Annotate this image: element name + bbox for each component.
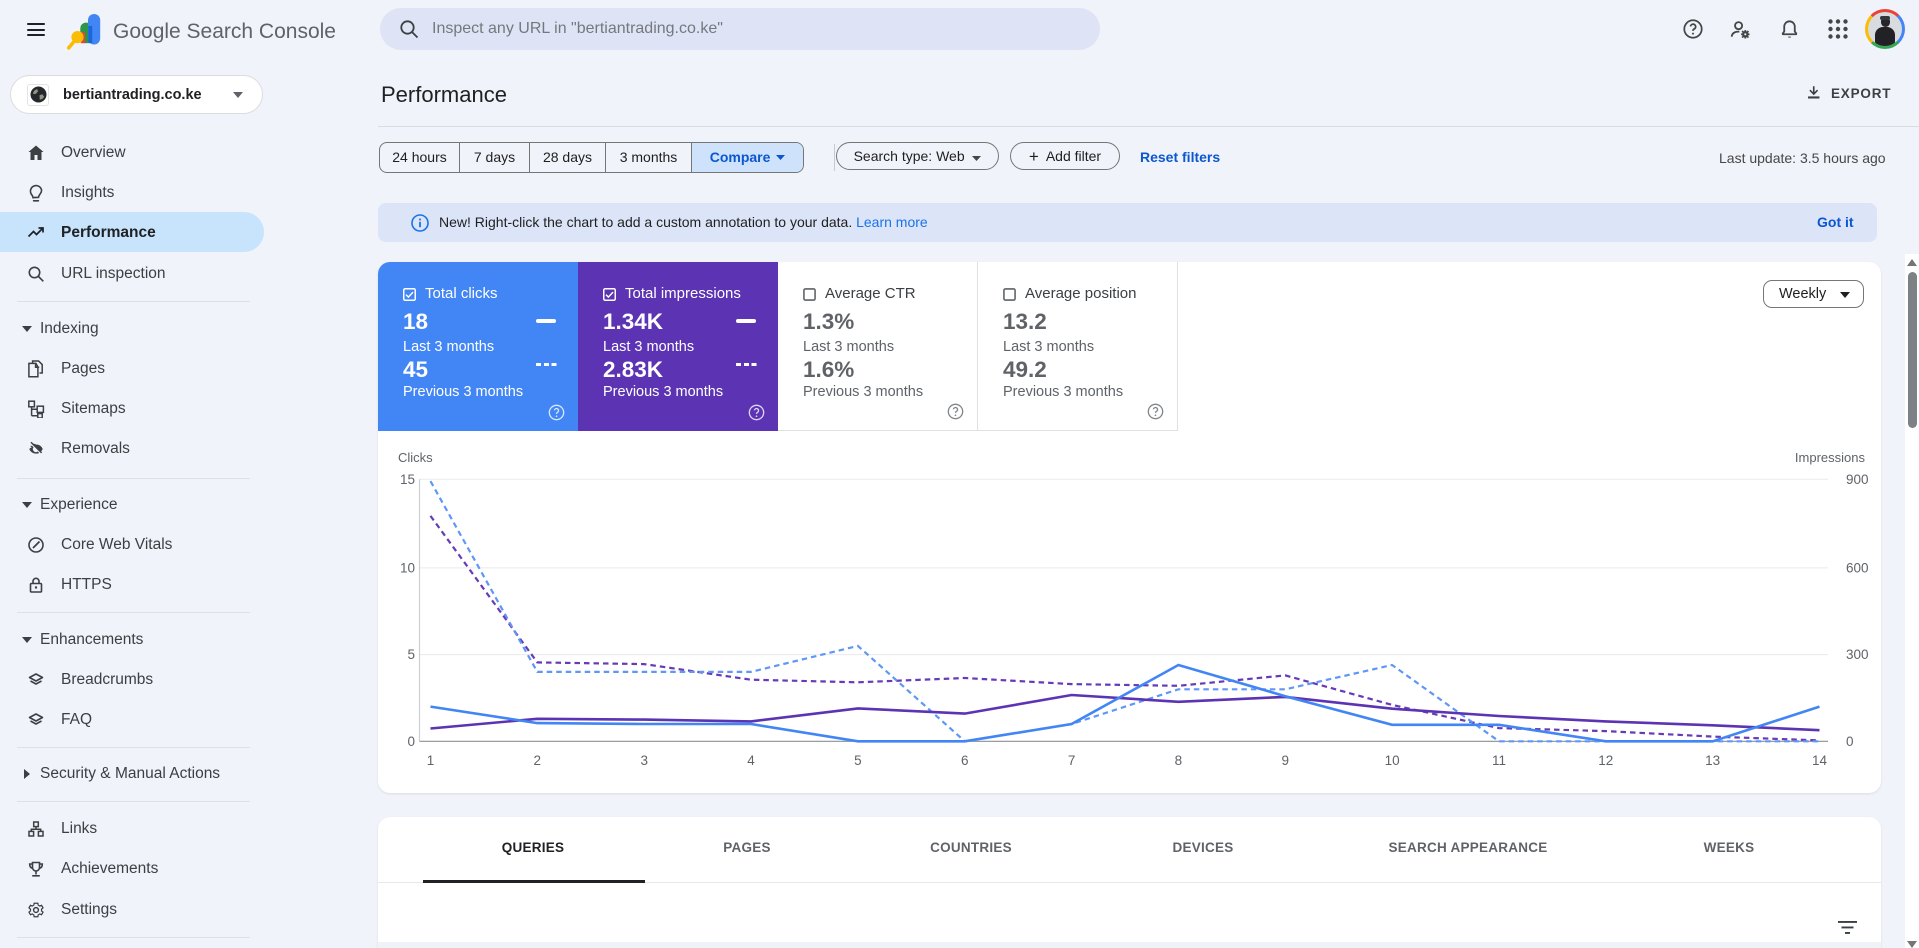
svg-text:8: 8	[1175, 753, 1183, 768]
svg-text:9: 9	[1282, 753, 1290, 768]
svg-text:10: 10	[1385, 753, 1400, 768]
svg-text:5: 5	[407, 647, 415, 662]
svg-text:Clicks: Clicks	[398, 450, 433, 465]
svg-text:1: 1	[427, 753, 435, 768]
svg-text:15: 15	[400, 472, 415, 487]
svg-text:6: 6	[961, 753, 969, 768]
svg-text:12: 12	[1598, 753, 1613, 768]
svg-text:4: 4	[747, 753, 755, 768]
svg-text:14: 14	[1812, 753, 1828, 768]
svg-text:5: 5	[854, 753, 862, 768]
svg-text:0: 0	[407, 734, 415, 749]
svg-text:7: 7	[1068, 753, 1076, 768]
svg-text:3: 3	[640, 753, 648, 768]
svg-text:10: 10	[400, 561, 415, 576]
svg-text:0: 0	[1846, 734, 1854, 749]
svg-text:300: 300	[1846, 647, 1869, 662]
svg-text:13: 13	[1705, 753, 1720, 768]
svg-text:600: 600	[1846, 561, 1869, 576]
svg-text:11: 11	[1492, 753, 1506, 768]
svg-text:Impressions: Impressions	[1795, 450, 1866, 465]
svg-text:900: 900	[1846, 472, 1869, 487]
svg-text:2: 2	[534, 753, 542, 768]
